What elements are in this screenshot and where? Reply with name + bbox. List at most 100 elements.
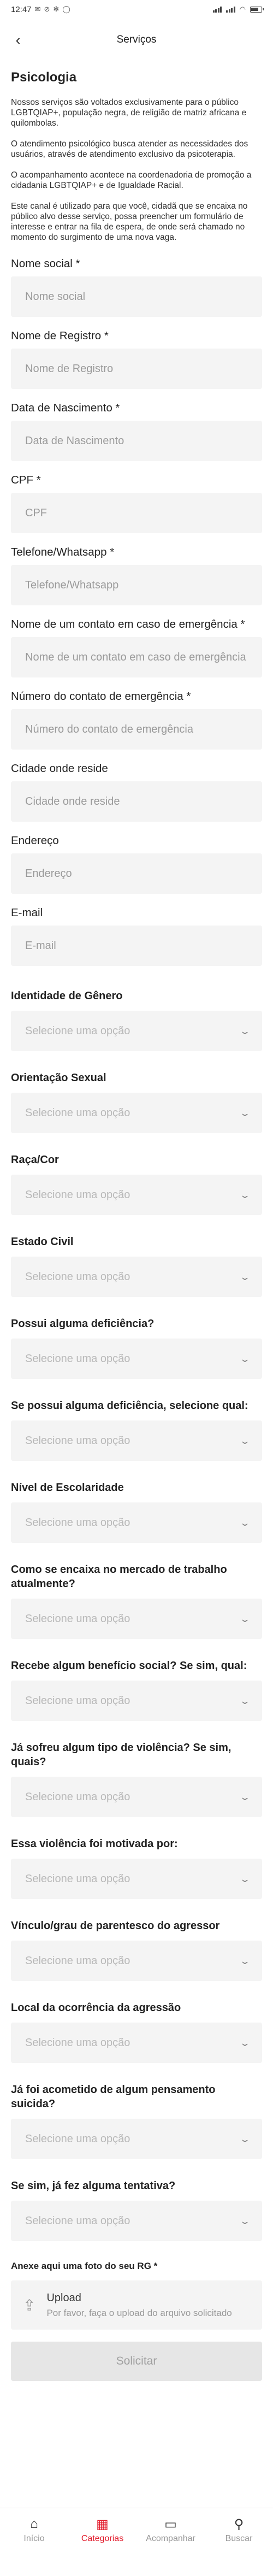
- disability-label: Possui alguma deficiência?: [11, 1318, 155, 1330]
- description-paragraph: O acompanhamento acontece na coordenador…: [11, 170, 252, 190]
- tab-label: Início: [23, 2533, 45, 2543]
- suicidal-thought-label: Já foi acometido de algum pensamento sui…: [11, 2084, 216, 2110]
- submit-button[interactable]: Solicitar: [11, 2342, 262, 2381]
- emergency-contact-number-label: Número do contato de emergência *: [11, 690, 191, 703]
- chevron-down-icon: ⌄: [239, 1189, 251, 1200]
- chevron-down-icon: ⌄: [239, 2037, 251, 2048]
- marital-status-label: Estado Civil: [11, 1236, 74, 1248]
- social-name-label: Nome social *: [11, 257, 80, 270]
- education-level-label: Nível de Escolaridade: [11, 1482, 124, 1494]
- birth-date-input[interactable]: Data de Nascimento: [11, 421, 262, 461]
- rg-upload-label: Anexe aqui uma foto do seu RG *: [11, 2261, 158, 2271]
- wifi-icon: ◠: [239, 5, 246, 13]
- chevron-down-icon: ⌄: [239, 2133, 251, 2144]
- settings-icon: ✻: [53, 5, 60, 13]
- bottom-tab-bar: ⌂ Início ▦ Categorias ▭ Acompanhar ⚲ Bus…: [0, 2508, 273, 2551]
- registry-name-input[interactable]: Nome de Registro: [11, 349, 262, 389]
- suicide-attempt-select[interactable]: Selecione uma opção ⌄: [11, 2201, 262, 2241]
- tab-label: Buscar: [225, 2533, 253, 2543]
- tab-label: Acompanhar: [146, 2533, 195, 2543]
- folder-icon: ▭: [164, 2516, 177, 2532]
- chevron-down-icon: ⌄: [239, 2215, 251, 2226]
- phone-input[interactable]: Telefone/Whatsapp: [11, 565, 262, 605]
- marital-status-select[interactable]: Selecione uma opção ⌄: [11, 1257, 262, 1297]
- chevron-down-icon: ⌄: [239, 1353, 251, 1364]
- address-label: Endereço: [11, 834, 59, 847]
- tab-search[interactable]: ⚲ Buscar: [209, 2516, 269, 2544]
- emergency-contact-number-input[interactable]: Número do contato de emergência: [11, 709, 262, 750]
- registry-name-label: Nome de Registro *: [11, 329, 109, 342]
- upload-title: Upload: [46, 2291, 81, 2304]
- description-paragraph: O atendimento psicológico busca atender …: [11, 139, 248, 159]
- signal-2-icon: [226, 6, 235, 13]
- header-title: Serviços: [116, 34, 157, 45]
- disability-select[interactable]: Selecione uma opção ⌄: [11, 1339, 262, 1379]
- chevron-down-icon: ⌄: [239, 1695, 251, 1706]
- social-benefit-select[interactable]: Selecione uma opção ⌄: [11, 1681, 262, 1721]
- battery-icon: [250, 6, 264, 13]
- tab-home[interactable]: ⌂ Início: [4, 2516, 64, 2544]
- chevron-down-icon: ⌄: [239, 1517, 251, 1528]
- violence-suffered-label: Já sofreu algum tipo de violência? Se si…: [11, 1742, 232, 1768]
- emergency-contact-name-input[interactable]: Nome de um contato em caso de emergência: [11, 637, 262, 677]
- aggressor-relationship-label: Vínculo/grau de parentesco do agressor: [11, 1920, 220, 1932]
- disability-type-select[interactable]: Selecione uma opção ⌄: [11, 1420, 262, 1461]
- back-button[interactable]: ‹: [10, 32, 26, 48]
- tab-label: Categorias: [81, 2533, 124, 2543]
- select-value: Selecione uma opção: [25, 1516, 130, 1529]
- violence-suffered-select[interactable]: Selecione uma opção ⌄: [11, 1777, 262, 1817]
- tab-track[interactable]: ▭ Acompanhar: [141, 2516, 201, 2544]
- aggression-location-label: Local da ocorrência da agressão: [11, 2002, 181, 2014]
- social-name-input[interactable]: Nome social: [11, 276, 262, 317]
- notification-icon: ✉: [34, 5, 41, 13]
- chevron-down-icon: ⌄: [239, 1271, 251, 1282]
- select-value: Selecione uma opção: [25, 1790, 130, 1803]
- system-nav-area: [0, 2551, 273, 2576]
- tab-categories[interactable]: ▦ Categorias: [73, 2516, 133, 2544]
- violence-motivation-select[interactable]: Selecione uma opção ⌄: [11, 1859, 262, 1899]
- status-time: 12:47: [11, 4, 32, 14]
- city-label: Cidade onde reside: [11, 762, 108, 775]
- chevron-down-icon: ⌄: [239, 1435, 251, 1446]
- aggression-location-select[interactable]: Selecione uma opção ⌄: [11, 2023, 262, 2063]
- chevron-down-icon: ⌄: [239, 1613, 251, 1624]
- cpf-label: CPF *: [11, 474, 41, 486]
- search-icon: ⚲: [234, 2516, 244, 2532]
- chevron-down-icon: ⌄: [239, 1107, 251, 1118]
- sexual-orientation-select[interactable]: Selecione uma opção ⌄: [11, 1093, 262, 1133]
- job-market-select[interactable]: Selecione uma opção ⌄: [11, 1599, 262, 1639]
- select-value: Selecione uma opção: [25, 2132, 130, 2145]
- upload-icon: ⇪: [23, 2296, 36, 2314]
- email-field[interactable]: E-mail: [11, 926, 262, 966]
- select-value: Selecione uma opção: [25, 1872, 130, 1885]
- select-value: Selecione uma opção: [25, 1270, 130, 1283]
- email-label: E-mail: [11, 906, 43, 919]
- race-label: Raça/Cor: [11, 1154, 59, 1166]
- chevron-down-icon: ⌄: [239, 1873, 251, 1884]
- phone-label: Telefone/Whatsapp *: [11, 546, 115, 558]
- address-input[interactable]: Endereço: [11, 853, 262, 894]
- gender-identity-select[interactable]: Selecione uma opção ⌄: [11, 1011, 262, 1051]
- select-value: Selecione uma opção: [25, 1954, 130, 1967]
- social-benefit-label: Recebe algum benefício social? Se sim, q…: [11, 1660, 247, 1672]
- rg-upload-button[interactable]: ⇪ Upload Por favor, faça o upload do arq…: [11, 2280, 262, 2330]
- aggressor-relationship-select[interactable]: Selecione uma opção ⌄: [11, 1941, 262, 1981]
- disability-type-label: Se possui alguma deficiência, selecione …: [11, 1400, 248, 1412]
- select-value: Selecione uma opção: [25, 2214, 130, 2227]
- city-input[interactable]: Cidade onde reside: [11, 781, 262, 822]
- select-value: Selecione uma opção: [25, 1694, 130, 1707]
- job-market-label: Como se encaixa no mercado de trabalho a…: [11, 1564, 227, 1590]
- select-value: Selecione uma opção: [25, 2036, 130, 2049]
- description-paragraph: Este canal é utilizado para que você, ci…: [11, 202, 248, 242]
- app-header: ‹ Serviços: [0, 26, 273, 54]
- cpf-input[interactable]: CPF: [11, 493, 262, 533]
- suicidal-thought-select[interactable]: Selecione uma opção ⌄: [11, 2119, 262, 2159]
- page-title: Psicologia: [11, 70, 77, 85]
- chevron-down-icon: ⌄: [239, 1791, 251, 1802]
- gender-identity-label: Identidade de Gênero: [11, 990, 123, 1002]
- status-bar: 12:47 ✉ ⊘ ✻ ◯ ◠: [0, 0, 273, 19]
- education-level-select[interactable]: Selecione uma opção ⌄: [11, 1502, 262, 1543]
- whatsapp-icon: ◯: [62, 5, 70, 13]
- chevron-left-icon: ‹: [15, 31, 21, 48]
- race-select[interactable]: Selecione uma opção ⌄: [11, 1175, 262, 1215]
